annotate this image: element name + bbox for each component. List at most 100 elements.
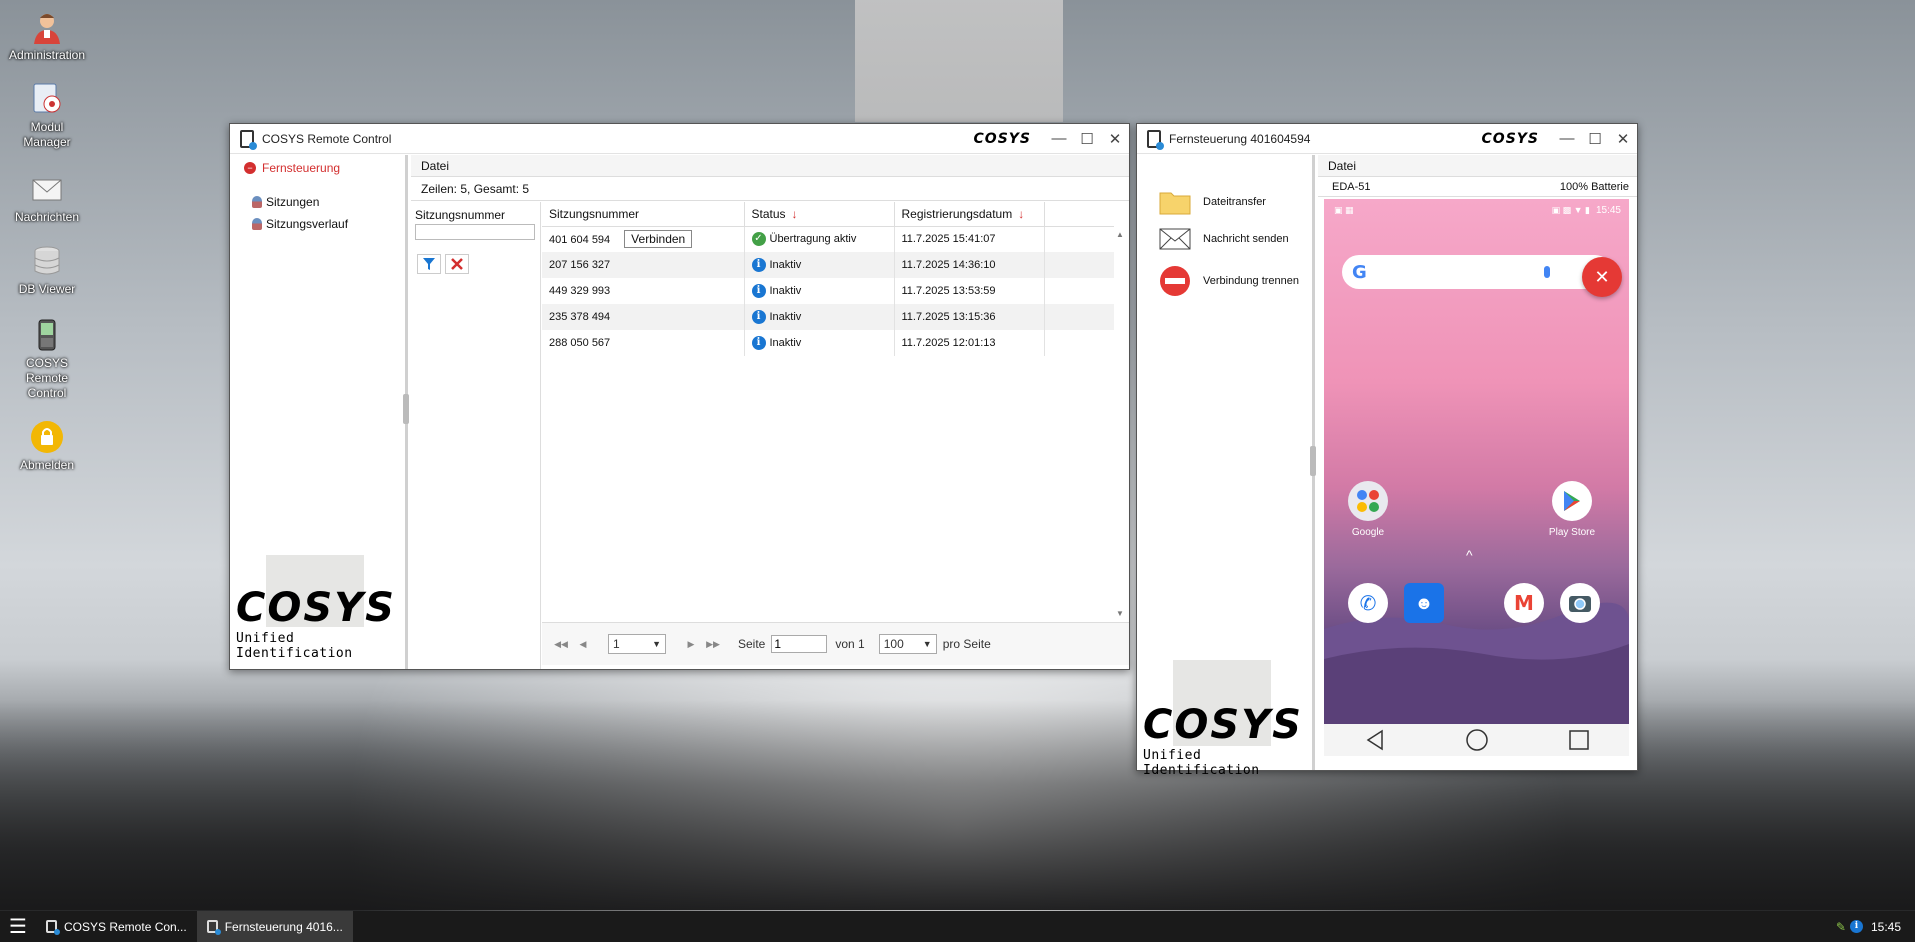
brand-logo: COSYS [1481, 130, 1539, 147]
registration-date: 11.7.2025 13:15:36 [901, 311, 996, 323]
page-select[interactable]: 1 ▼ [608, 634, 666, 654]
android-nav-bar [1324, 724, 1629, 756]
column-header-spacer [1044, 202, 1114, 227]
desktop-icon-abmelden[interactable]: Abmelden [6, 420, 88, 473]
sidebar-header[interactable]: − Fernsteuerung [244, 161, 340, 175]
gmail-icon[interactable]: M [1504, 583, 1544, 623]
desktop-icon-modul-manager[interactable]: Modul Manager [6, 82, 88, 150]
info-tray-icon[interactable]: i [1849, 920, 1863, 933]
minimize-icon[interactable]: — [1553, 124, 1581, 154]
phone-screen[interactable]: ▣ ▦ ▣ ▩ ▼ ▮ 15:45 G ✕ Google Play Store … [1324, 199, 1629, 724]
registration-date: 11.7.2025 14:36:10 [901, 259, 996, 271]
registration-date: 11.7.2025 15:41:07 [901, 233, 996, 246]
taskbar-clock: 15:45 [1870, 919, 1901, 934]
sidebar-item-sitzungsverlauf[interactable]: Sitzungsverlauf [252, 217, 348, 231]
maximize-icon[interactable]: ☐ [1581, 124, 1609, 154]
start-menu-icon[interactable]: ☰ [0, 911, 36, 942]
column-header-session[interactable]: Sitzungsnummer [542, 202, 745, 227]
scroll-up-icon[interactable]: ▲ [1116, 230, 1124, 239]
wallpaper-highlight [855, 0, 1063, 122]
desktop-icon-db-viewer[interactable]: DB Viewer [6, 244, 88, 297]
status-info-icon: i [751, 336, 766, 350]
sidebar-splitter-handle[interactable] [403, 394, 409, 424]
scrollbar-vertical[interactable]: ▲ ▼ [1115, 230, 1125, 622]
status-info-icon: i [751, 284, 766, 298]
next-page-icon[interactable]: ▶ [680, 639, 702, 650]
database-icon [30, 244, 64, 278]
google-app-icon[interactable] [1348, 481, 1388, 521]
close-remote-overlay-button[interactable]: ✕ [1582, 257, 1622, 297]
first-page-icon[interactable]: ◀◀ [550, 639, 572, 650]
phone-clock: 15:45 [1595, 204, 1621, 216]
taskbar-item-fernsteuerung[interactable]: Fernsteuerung 4016... [196, 911, 353, 942]
disconnect-action[interactable]: Verbindung trennen [1159, 265, 1299, 297]
table-row[interactable]: 207 156 327 i Inaktiv 11.7.2025 14:36:10 [542, 252, 1114, 278]
table-row[interactable]: 288 050 567 i Inaktiv 11.7.2025 12:01:13 [542, 330, 1114, 356]
taskbar-item-remote-control[interactable]: COSYS Remote Con... [36, 911, 197, 942]
user-icon [252, 218, 262, 230]
contacts-icon[interactable]: ☻ [1404, 583, 1444, 623]
session-number-filter-input[interactable] [415, 224, 535, 240]
back-icon[interactable] [1364, 729, 1386, 751]
connect-button[interactable]: Verbinden [624, 230, 693, 249]
per-page-select[interactable]: 100 ▼ [878, 634, 937, 654]
menu-bar: Datei [1318, 155, 1637, 177]
close-icon[interactable]: ✕ [1101, 124, 1129, 154]
apply-filter-button[interactable] [417, 254, 441, 274]
table-row[interactable]: 235 378 494 i Inaktiv 11.7.2025 13:15:36 [542, 304, 1114, 330]
last-page-icon[interactable]: ▶▶ [702, 639, 724, 650]
remote-session-window: Fernsteuerung 401604594 COSYS — ☐ ✕ Date… [1136, 123, 1638, 778]
main-panel: Datei Zeilen: 5, Gesamt: 5 Sitzungsnumme… [411, 155, 1129, 669]
clear-filter-button[interactable] [445, 254, 469, 274]
recents-icon[interactable] [1568, 729, 1590, 751]
minimize-icon[interactable]: — [1045, 124, 1073, 154]
window-titlebar[interactable]: Fernsteuerung 401604594 COSYS — ☐ ✕ [1137, 124, 1637, 154]
column-header-status[interactable]: Status ↓ [744, 202, 895, 227]
table-row[interactable]: 401 604 594 Verbinden ✓ Übertragung aktiv … [542, 226, 1114, 252]
envelope-icon [30, 172, 64, 206]
close-icon[interactable]: ✕ [1609, 124, 1637, 154]
sidebar-splitter-handle[interactable] [1310, 446, 1316, 476]
per-page-label: pro Seite [942, 637, 991, 651]
menu-datei[interactable]: Datei [1328, 159, 1356, 173]
home-icon[interactable] [1465, 728, 1489, 752]
registration-date: 11.7.2025 13:53:59 [901, 285, 996, 297]
table-row[interactable]: 449 329 993 i Inaktiv 11.7.2025 13:53:59 [542, 278, 1114, 304]
session-number: 207 156 327 [549, 259, 611, 271]
phone-dialer-icon[interactable]: ✆ [1348, 583, 1388, 623]
menu-datei[interactable]: Datei [421, 159, 449, 173]
microphone-icon [1544, 266, 1550, 278]
filter-icon [423, 258, 435, 270]
sidebar-item-sitzungen[interactable]: Sitzungen [252, 195, 319, 209]
window-titlebar[interactable]: COSYS Remote Control COSYS — ☐ ✕ [230, 124, 1129, 154]
device-name: EDA-51 [1332, 180, 1371, 193]
desktop-icon-cosys-remote-control[interactable]: COSYS Remote Control [6, 318, 88, 401]
status-info-icon: i [751, 310, 766, 324]
send-message-action[interactable]: Nachricht senden [1159, 227, 1289, 251]
play-store-label: Play Store [1548, 527, 1596, 538]
desktop-icon-nachrichten[interactable]: Nachrichten [6, 172, 88, 225]
app-drawer-chevron-icon[interactable]: ^ [1466, 547, 1473, 563]
logo-wordmark: COSYS [1143, 702, 1303, 748]
column-header-date[interactable]: Registrierungsdatum ↓ [894, 202, 1045, 227]
window-title: Fernsteuerung 401604594 [1169, 131, 1311, 146]
prev-page-icon[interactable]: ◀ [572, 639, 594, 650]
registration-date: 11.7.2025 12:01:13 [901, 337, 996, 349]
desktop-icon-administration[interactable]: Administration [6, 10, 88, 63]
desktop-icon-label: Administration [8, 48, 86, 62]
file-transfer-action[interactable]: Dateitransfer [1159, 189, 1266, 215]
google-app-label: Google [1351, 527, 1385, 538]
google-search-bar[interactable]: G [1342, 255, 1612, 289]
session-number: 449 329 993 [549, 285, 611, 297]
chevron-down-icon: ▼ [652, 639, 661, 649]
play-store-icon[interactable] [1552, 481, 1592, 521]
sidebar-item-label: Sitzungsverlauf [266, 217, 349, 231]
module-manager-icon [30, 82, 64, 116]
desktop-icon-label: DB Viewer [18, 282, 76, 296]
camera-icon[interactable] [1560, 583, 1600, 623]
device-status-bar: EDA-51 100% Batterie [1318, 177, 1637, 197]
maximize-icon[interactable]: ☐ [1073, 124, 1101, 154]
scroll-down-icon[interactable]: ▼ [1116, 609, 1124, 618]
page-number-input[interactable] [771, 635, 828, 653]
network-tray-icon[interactable]: ✎ [1836, 920, 1846, 934]
